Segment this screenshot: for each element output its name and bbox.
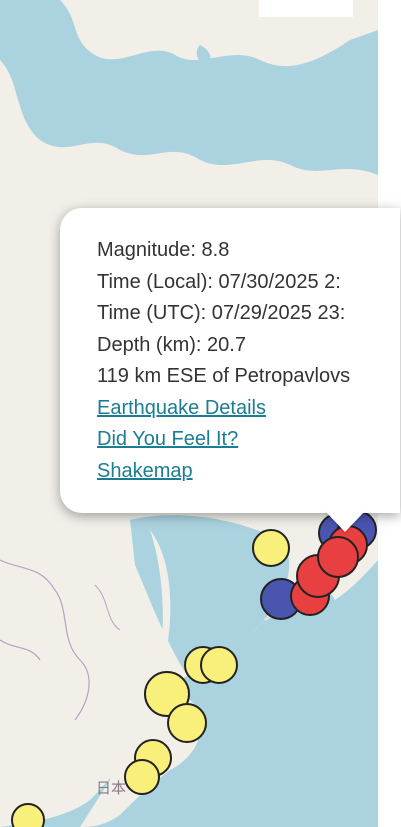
popup-pointer <box>324 510 366 532</box>
map-top-control[interactable] <box>259 0 353 17</box>
earthquake-popup: Magnitude: 8.8 Time (Local): 07/30/2025 … <box>60 208 400 513</box>
popup-depth: Depth (km): 20.7 <box>97 333 246 356</box>
earthquake-details-link[interactable]: Earthquake Details <box>97 397 266 419</box>
map-label-japan: 日本 <box>96 779 127 797</box>
shakemap-link[interactable]: Shakemap <box>97 460 193 482</box>
did-you-feel-it-link[interactable]: Did You Feel It? <box>97 428 238 450</box>
marker-yellow-5[interactable] <box>167 703 207 743</box>
popup-time-utc: Time (UTC): 07/29/2025 23: <box>97 302 346 324</box>
popup-time-local: Time (Local): 07/30/2025 2: <box>97 270 341 293</box>
popup-magnitude: Magnitude: 8.8 <box>97 239 230 261</box>
marker-yellow-3[interactable] <box>200 646 238 684</box>
marker-yellow-1[interactable] <box>252 529 290 567</box>
marker-yellow-7[interactable] <box>124 759 160 795</box>
marker-yellow-8[interactable] <box>11 803 45 827</box>
popup-location: 119 km ESE of Petropavlovs <box>97 365 351 387</box>
marker-red-4[interactable] <box>317 536 359 578</box>
